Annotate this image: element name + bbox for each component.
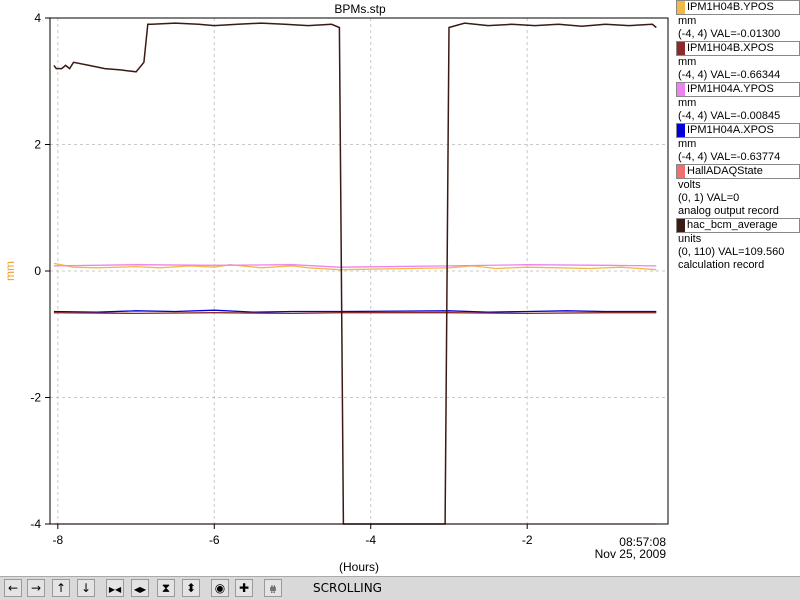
- zoom-out-vertical-icon: ⬍: [185, 581, 197, 595]
- legend-color-swatch: [677, 124, 685, 137]
- legend-color-swatch: [677, 165, 685, 178]
- legend-detail-line: (-4, 4) VAL=-0.66344: [678, 69, 781, 81]
- scroll-mode-icon: ⩷: [269, 581, 277, 595]
- legend-name-text: IPM1H04B.XPOS: [687, 42, 774, 54]
- legend-name[interactable]: IPM1H04B.XPOS: [676, 41, 800, 56]
- crosshair-icon: ✚: [238, 581, 250, 595]
- legend-name-text: IPM1H04B.YPOS: [687, 1, 774, 13]
- legend-detail-line: mm: [678, 15, 697, 27]
- legend-name[interactable]: HallADAQState: [676, 164, 800, 179]
- autoscale-icon: ◉: [214, 581, 226, 595]
- legend-detail-line: (-4, 4) VAL=-0.01300: [678, 28, 781, 40]
- legend-color-swatch: [677, 42, 685, 55]
- zoom-in-vertical-button[interactable]: ⧗: [157, 579, 175, 597]
- x-tick-label: -6: [209, 533, 220, 547]
- legend-detail-line: (0, 110) VAL=109.560: [678, 246, 785, 258]
- legend-detail-line: analog output record: [678, 205, 779, 217]
- legend-detail-line: units: [678, 233, 702, 245]
- plot-area[interactable]: -8 -6 -4 -2420-2-4mm(Hours)08:57:08Nov 25, …: [0, 0, 672, 576]
- y-tick-label: -4: [30, 517, 41, 531]
- status-text: SCROLLING: [313, 581, 382, 595]
- zoom-in-horizontal-button[interactable]: ▶◀: [106, 579, 124, 597]
- scroll-right-button[interactable]: →: [27, 579, 45, 597]
- x-tick-label: -2: [522, 533, 533, 547]
- zoom-in-horizontal-icon: ▶◀: [108, 585, 122, 594]
- y-tick-label: -2: [30, 391, 41, 405]
- legend-entry[interactable]: hac_bcm_averageunits (0, 110) VAL=109.560…: [672, 218, 800, 272]
- x-tick-label: -4: [365, 533, 376, 547]
- axis-layer: -8 -6 -4 -2420-2-4mm(Hours)08:57:08Nov 25, …: [3, 11, 666, 574]
- legend-detail-line: mm: [678, 97, 697, 109]
- crosshair-button[interactable]: ✚: [235, 579, 253, 597]
- legend-name[interactable]: IPM1H04A.YPOS: [676, 82, 800, 97]
- legend-color-swatch: [677, 1, 685, 14]
- zoom-out-horizontal-icon: ◀▶: [133, 585, 147, 594]
- scroll-down-button[interactable]: ↓: [77, 579, 95, 597]
- scroll-right-icon: →: [30, 581, 42, 595]
- series-line-ipm1h04b-xpos: [53, 312, 657, 315]
- legend-detail-line: (-4, 4) VAL=-0.63774: [678, 151, 781, 163]
- zoom-in-vertical-icon: ⧗: [161, 581, 171, 595]
- y-tick-label: 0: [34, 264, 41, 278]
- x-tick-label: -8: [52, 533, 63, 547]
- legend: IPM1H04B.YPOS mm (-4, 4) VAL=-0.01300 IPM1H…: [672, 0, 800, 272]
- legend-entry[interactable]: IPM1H04A.YPOS mm (-4, 4) VAL=-0.00845: [672, 82, 800, 123]
- scroll-up-button[interactable]: ↑: [52, 579, 70, 597]
- legend-name[interactable]: hac_bcm_average: [676, 218, 800, 233]
- legend-color-swatch: [677, 83, 685, 96]
- zoom-out-vertical-button[interactable]: ⬍: [182, 579, 200, 597]
- series-line-ipm1h04a-xpos: [53, 309, 657, 313]
- legend-name-text: IPM1H04A.XPOS: [687, 124, 774, 136]
- series-layer: [53, 22, 657, 525]
- legend-color-swatch: [677, 219, 685, 232]
- autoscale-button[interactable]: ◉: [211, 579, 229, 597]
- legend-entry[interactable]: IPM1H04B.YPOS mm (-4, 4) VAL=-0.01300: [672, 0, 800, 41]
- legend-entry[interactable]: HallADAQState volts (0, 1) VAL=0 analog out…: [672, 164, 800, 218]
- legend-detail-line: mm: [678, 56, 697, 68]
- legend-name-text: IPM1H04A.YPOS: [687, 83, 774, 95]
- scroll-left-button[interactable]: ←: [4, 579, 22, 597]
- legend-detail-line: (0, 1) VAL=0: [678, 192, 740, 204]
- x-axis-label: (Hours): [339, 560, 379, 574]
- legend-entry[interactable]: IPM1H04A.XPOS mm (-4, 4) VAL=-0.63774: [672, 123, 800, 164]
- toolbar: ← → ↑ ↓ ▶◀ ◀▶ ⧗ ⬍ ◉ ✚ ⩷ SCROLLING: [0, 576, 800, 600]
- zoom-out-horizontal-button[interactable]: ◀▶: [131, 579, 149, 597]
- legend-name-text: hac_bcm_average: [687, 219, 778, 231]
- legend-name[interactable]: IPM1H04B.YPOS: [676, 0, 800, 15]
- legend-name[interactable]: IPM1H04A.XPOS: [676, 123, 800, 138]
- legend-detail-line: (-4, 4) VAL=-0.00845: [678, 110, 781, 122]
- legend-name-text: HallADAQState: [687, 165, 763, 177]
- scroll-left-icon: ←: [7, 581, 19, 595]
- date-label: Nov 25, 2009: [595, 547, 667, 561]
- scroll-mode-button[interactable]: ⩷: [264, 579, 282, 597]
- legend-entry[interactable]: IPM1H04B.XPOS mm (-4, 4) VAL=-0.66344: [672, 41, 800, 82]
- y-axis-label: mm: [3, 261, 17, 281]
- legend-detail-line: mm: [678, 138, 697, 150]
- legend-detail-line: volts: [678, 179, 701, 191]
- scroll-up-icon: ↑: [55, 581, 67, 595]
- legend-detail-line: calculation record: [678, 259, 765, 271]
- y-tick-label: 2: [34, 138, 41, 152]
- grid-layer: [50, 17, 668, 525]
- scroll-down-icon: ↓: [80, 581, 92, 595]
- y-tick-label: 4: [34, 11, 41, 25]
- series-line-hac-bcm-average: [53, 22, 657, 525]
